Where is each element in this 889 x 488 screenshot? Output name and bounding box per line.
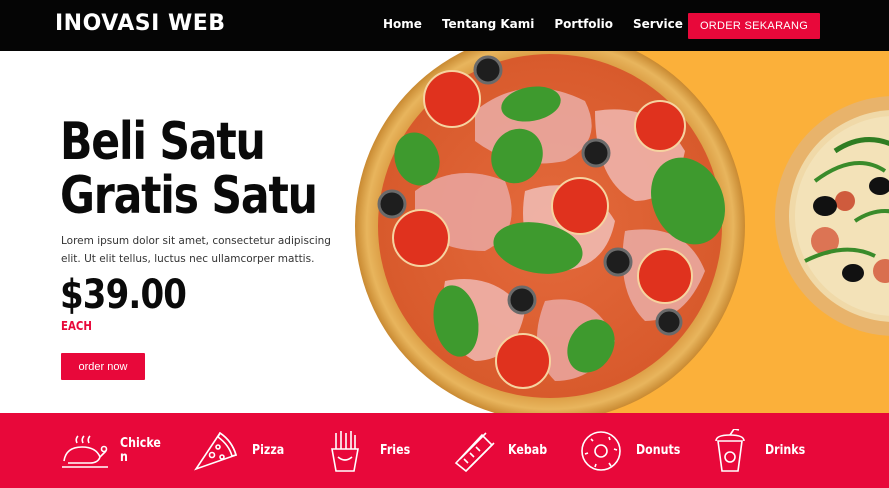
drink-icon [715,428,745,472]
category-drinks[interactable]: Drinks [705,413,812,488]
side-pizza-image [775,96,889,336]
hero-description: Lorem ipsum dolor sit amet, consectetur … [61,235,331,265]
hero-headline: Beli Satu Gratis Satu [60,115,322,223]
category-fries[interactable]: Fries [320,413,415,488]
top-navbar: INOVASI WEB Home Tentang Kami Portfolio … [0,0,889,51]
nav-tentang-kami[interactable]: Tentang Kami [442,17,534,31]
hero-section: Beli Satu Gratis Satu Lorem ipsum dolor … [0,51,889,413]
order-sekarang-button[interactable]: ORDER SEKARANG [688,13,820,39]
pizza-icon [194,431,237,471]
category-label: Fries [380,442,411,458]
nav-home[interactable]: Home [383,17,422,31]
price-unit-label: EACH [61,319,92,333]
category-label: Chicke n [120,435,161,465]
category-pizza[interactable]: Pizza [192,413,290,488]
order-now-button[interactable]: order now [61,353,145,380]
kebab-icon [454,431,495,472]
hero-price: $39.00 [60,272,187,318]
donut-icon [581,430,621,471]
headline-line-2: Gratis Satu [60,166,318,226]
chicken-icon [62,434,108,468]
nav-service[interactable]: Service [633,17,683,31]
category-donuts[interactable]: Donuts [576,413,688,488]
main-nav: Home Tentang Kami Portfolio Service [383,17,703,31]
main-pizza-image [355,51,745,413]
category-label: Kebab [508,442,548,458]
category-label: Pizza [252,442,285,458]
category-kebab[interactable]: Kebab [448,413,554,488]
brand-logo[interactable]: INOVASI WEB [55,11,226,36]
category-label: Donuts [636,442,681,458]
headline-line-1: Beli Satu [60,112,266,172]
nav-portfolio[interactable]: Portfolio [554,17,613,31]
fries-icon [331,430,359,472]
category-bar: Chicke n Pizza Fries Kebab Donuts Drinks [0,413,889,488]
category-label: Drinks [765,442,806,458]
category-chicken[interactable]: Chicke n [60,413,161,488]
